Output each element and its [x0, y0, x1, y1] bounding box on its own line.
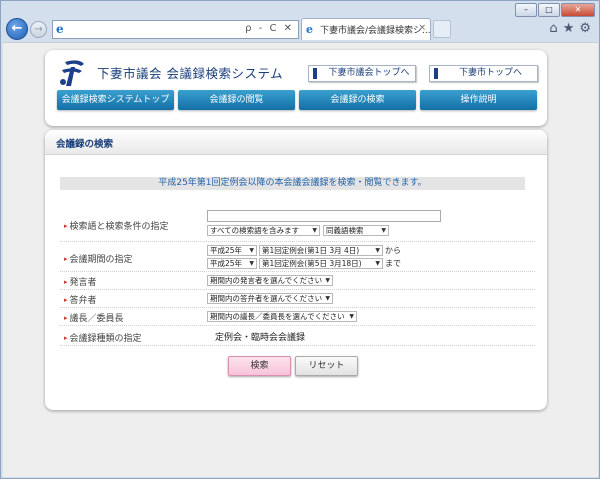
to-suffix: まで	[385, 259, 401, 268]
keyword-row: 検索語と検索条件の指定 すべての検索語を含みます▼ 同義語検索▼	[60, 210, 535, 242]
chevron-down-icon: ▼	[325, 277, 330, 284]
chevron-down-icon: ▼	[381, 227, 386, 234]
answerer-row: 答弁者 期間内の答弁者を選んでください▼	[60, 291, 535, 308]
speaker-label: 発言者	[64, 275, 97, 288]
forward-arrow-icon[interactable]: →	[30, 21, 47, 38]
type-label: 会議録種類の指定	[64, 331, 142, 344]
search-panel: 会議録の検索 平成25年第1回定例会以降の本会議会議録を検索・閲覧できます。 検…	[45, 130, 547, 410]
council-top-link[interactable]: 下妻市議会トップへ	[308, 65, 416, 82]
city-emblem-icon	[60, 60, 84, 86]
answerer-label: 答弁者	[64, 293, 97, 306]
from-session-select[interactable]: 第1回定例会(第1日 3月 4日) ▼	[259, 245, 383, 256]
panel-heading: 会議録の検索	[45, 130, 547, 155]
from-year-select[interactable]: 平成25年 ▼	[207, 245, 257, 256]
main-nav: 会議録検索システムトップ 会議録の閲覧 会議録の検索 操作説明	[57, 90, 537, 110]
nav-search[interactable]: 会議録の検索	[299, 90, 416, 110]
favorites-star-icon[interactable]: ★	[563, 21, 575, 36]
browser-navbar: ← → e ρ - C ✕ e 下妻市議会/会議録検索シ... × ⌂ ★ ⚙	[3, 18, 597, 42]
period-row: 会議期間の指定 平成25年▼ 第1回定例会(第1日 3月 4日)▼ から 平成2…	[60, 244, 535, 272]
minimize-button[interactable]: –	[515, 3, 537, 17]
chevron-down-icon: ▼	[312, 227, 317, 234]
site-header: 下妻市議会 会議録検索システム 下妻市議会トップへ 下妻市トップへ 会議録検索シ…	[45, 50, 547, 126]
site-title: 下妻市議会 会議録検索システム	[97, 66, 284, 81]
window-controls: – □ ✕	[515, 3, 595, 17]
to-session-select[interactable]: 第1回定例会(第5日 3月18日) ▼	[259, 258, 383, 269]
close-window-button[interactable]: ✕	[561, 3, 595, 17]
from-suffix: から	[385, 246, 401, 255]
browser-tools: ⌂ ★ ⚙	[549, 21, 591, 36]
chevron-down-icon: ▼	[375, 260, 380, 267]
chevron-down-icon: ▼	[325, 295, 330, 302]
tab-favicon-icon: e	[306, 23, 313, 36]
new-tab-button[interactable]	[433, 20, 451, 38]
type-value: 定例会・臨時会会議録	[215, 333, 306, 343]
tab-title: 下妻市議会/会議録検索シ...	[320, 26, 431, 36]
synonym-select[interactable]: 同義語検索 ▼	[323, 225, 389, 236]
to-year-select[interactable]: 平成25年 ▼	[207, 258, 257, 269]
page-viewport: 下妻市議会 会議録検索システム 下妻市議会トップへ 下妻市トップへ 会議録検索シ…	[3, 42, 598, 477]
chevron-down-icon: ▼	[249, 247, 254, 254]
speaker-row: 発言者 期間内の発言者を選んでください▼	[60, 273, 535, 290]
type-row: 会議録種類の指定 定例会・臨時会会議録	[60, 327, 535, 346]
chevron-down-icon: ▼	[249, 260, 254, 267]
period-label: 会議期間の指定	[64, 252, 133, 265]
nav-help[interactable]: 操作説明	[420, 90, 537, 110]
keyword-label: 検索語と検索条件の指定	[64, 219, 169, 232]
speaker-select[interactable]: 期間内の発言者を選んでください ▼	[207, 275, 333, 286]
keyword-input[interactable]	[207, 210, 441, 222]
browser-tab[interactable]: e 下妻市議会/会議録検索シ... ×	[301, 18, 431, 40]
address-bar[interactable]: e ρ - C ✕	[52, 20, 299, 39]
address-actions[interactable]: ρ - C ✕	[245, 23, 294, 34]
back-arrow-icon[interactable]: ←	[6, 18, 28, 40]
nav-system-top[interactable]: 会議録検索システムトップ	[57, 90, 174, 110]
city-top-link[interactable]: 下妻市トップへ	[429, 65, 538, 82]
condition-select[interactable]: すべての検索語を含みます ▼	[207, 225, 320, 236]
chair-label: 議長／委員長	[64, 311, 124, 324]
answerer-select[interactable]: 期間内の答弁者を選んでください ▼	[207, 293, 333, 304]
notice-text: 平成25年第1回定例会以降の本会議会議録を検索・閲覧できます。	[60, 177, 525, 190]
chevron-down-icon: ▼	[349, 313, 354, 320]
search-button[interactable]: 検索	[228, 356, 291, 376]
chair-row: 議長／委員長 期間内の議長／委員長を選んでください▼	[60, 309, 535, 326]
maximize-button[interactable]: □	[538, 3, 560, 17]
reset-button[interactable]: リセット	[295, 356, 358, 376]
chevron-down-icon: ▼	[375, 247, 380, 254]
nav-browse[interactable]: 会議録の閲覧	[178, 90, 295, 110]
settings-gear-icon[interactable]: ⚙	[579, 21, 591, 36]
chair-select[interactable]: 期間内の議長／委員長を選んでください ▼	[207, 311, 357, 322]
tab-close-icon[interactable]: ×	[418, 23, 426, 33]
browser-window: – □ ✕ ← → e ρ - C ✕ e 下妻市議会/会議録検索シ... × …	[0, 0, 600, 479]
home-icon[interactable]: ⌂	[549, 21, 557, 36]
ie-page-icon: e	[56, 22, 64, 36]
